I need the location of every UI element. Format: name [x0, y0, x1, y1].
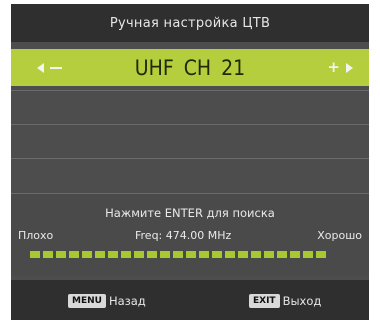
signal-segment — [264, 251, 274, 258]
empty-row-1 — [11, 90, 369, 124]
search-prompt: Нажмите ENTER для поиска — [105, 206, 275, 220]
empty-row-2 — [11, 124, 369, 158]
signal-segment — [56, 251, 66, 258]
exit-label: Выход — [282, 293, 322, 308]
signal-strength-bar — [30, 251, 326, 258]
signal-segment — [95, 251, 105, 258]
channel-increase-icon[interactable]: + — [327, 59, 353, 76]
signal-segment — [43, 251, 53, 258]
signal-segment — [251, 251, 261, 258]
dialog-title: Ручная настройка ЦТВ — [11, 4, 369, 42]
signal-segment — [69, 251, 79, 258]
signal-segment — [303, 251, 313, 258]
signal-segment — [82, 251, 92, 258]
signal-info: Плохо Freq: 474.00 MHz Хорошо — [11, 229, 369, 245]
signal-segment — [225, 251, 235, 258]
manual-tuning-dialog: Ручная настройка ЦТВ UHF CH 21 + Нажмите… — [11, 4, 369, 320]
signal-segment — [134, 251, 144, 258]
channel-band: UHF — [134, 55, 174, 80]
signal-segment — [238, 251, 248, 258]
plus-icon: + — [327, 58, 340, 76]
signal-segment — [121, 251, 131, 258]
signal-segment — [186, 251, 196, 258]
arrow-right-icon — [346, 62, 353, 73]
signal-segment — [147, 251, 157, 258]
signal-segment — [290, 251, 300, 258]
signal-segment — [212, 251, 222, 258]
signal-segment — [277, 251, 287, 258]
channel-value: UHF CH 21 — [11, 49, 369, 86]
menu-key-icon: MENU — [68, 293, 106, 308]
back-hint[interactable]: MENU Назад — [68, 293, 146, 308]
channel-ch-label: CH — [183, 55, 212, 80]
frequency-readout: Freq: 474.00 MHz — [135, 229, 232, 242]
search-panel: Нажмите ENTER для поиска Плохо Freq: 474… — [11, 193, 369, 276]
exit-hint[interactable]: EXIT Выход — [249, 293, 321, 308]
signal-segment — [108, 251, 118, 258]
signal-good-label: Хорошо — [317, 229, 362, 242]
footer-bar: MENU Назад EXIT Выход — [11, 280, 369, 320]
signal-segment — [160, 251, 170, 258]
back-label: Назад — [108, 293, 146, 308]
signal-segment — [173, 251, 183, 258]
channel-number: 21 — [221, 55, 246, 80]
empty-row-3 — [11, 158, 369, 192]
signal-segment — [316, 251, 326, 258]
signal-segment — [30, 251, 40, 258]
signal-segment — [199, 251, 209, 258]
signal-poor-label: Плохо — [18, 229, 54, 242]
channel-selector[interactable]: UHF CH 21 + — [11, 49, 369, 86]
exit-key-icon: EXIT — [249, 293, 280, 308]
